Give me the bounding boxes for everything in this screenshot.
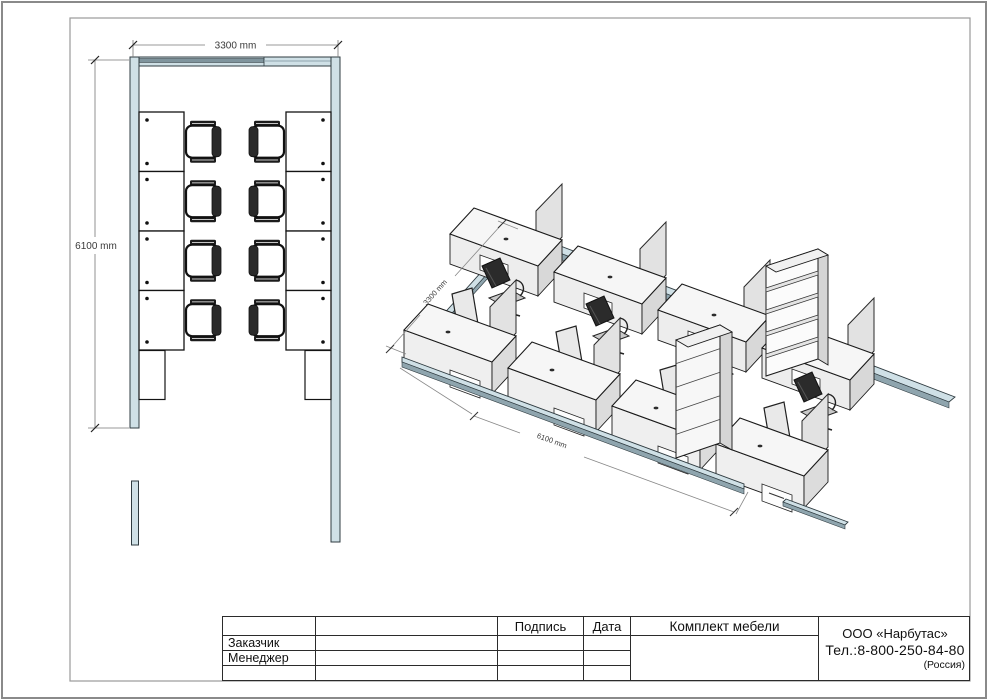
plan-height-label: 6100 mm xyxy=(75,241,117,252)
title-block-cell xyxy=(223,617,316,636)
title-block-cell xyxy=(584,666,631,680)
iso-length-label: 6100 mm xyxy=(536,431,568,450)
plan-cabinet xyxy=(139,351,165,400)
plan-desk xyxy=(286,291,331,351)
date-cell xyxy=(584,636,631,651)
iso-drawer-cabinet xyxy=(676,325,732,458)
iso-bookcase xyxy=(766,249,828,376)
manager-label: Менеджер xyxy=(223,651,316,666)
office-chair-icon xyxy=(249,299,284,341)
signature-cell xyxy=(498,636,584,651)
title-block-cell xyxy=(316,666,498,680)
iso-door-side-wall-edge xyxy=(783,502,845,529)
signature-cell xyxy=(498,651,584,666)
plan-desk xyxy=(139,112,184,172)
date-header: Дата xyxy=(584,617,631,636)
company-phone: Тел.:8-800-250-84-80 xyxy=(819,642,971,658)
set-title: Комплект мебели xyxy=(631,617,819,636)
title-block: Заказчик Менеджер Подпись Дата Комплект … xyxy=(222,616,970,681)
plan-desk xyxy=(286,231,331,291)
plan-width-label: 3300 mm xyxy=(215,41,257,52)
office-chair-icon xyxy=(249,121,284,163)
company-cell: ООО «Нарбутас» Тел.:8-800-250-84-80 (Рос… xyxy=(819,617,971,680)
plan-door-side-wall xyxy=(132,481,139,545)
plan-desk xyxy=(139,172,184,232)
company-name: ООО «Нарбутас» xyxy=(819,626,971,641)
plan-desk xyxy=(286,112,331,172)
plan-left-wall xyxy=(130,57,139,428)
floor-plan-view: 3300 mm 6100 mm xyxy=(75,40,342,545)
title-block-cell xyxy=(223,666,316,680)
office-chair-icon xyxy=(186,299,221,341)
title-block-cell xyxy=(316,617,498,636)
iso-door-side-wall xyxy=(783,499,848,525)
manager-value-cell xyxy=(316,651,498,666)
iso-width-label: 3300 mm xyxy=(421,278,449,307)
plan-right-wall xyxy=(331,57,340,542)
plan-cabinet xyxy=(305,351,331,400)
office-chair-icon xyxy=(186,121,221,163)
customer-value-cell xyxy=(316,636,498,651)
date-cell xyxy=(584,651,631,666)
set-value-cell xyxy=(631,636,819,680)
office-chair-icon xyxy=(249,180,284,222)
plan-desk xyxy=(139,231,184,291)
iso-view: 3300 mm 6100 mm xyxy=(386,184,955,529)
drawing-canvas: 3300 mm 6100 mm xyxy=(0,0,988,700)
plan-desk xyxy=(286,172,331,232)
plan-window xyxy=(136,59,264,63)
drawing-sheet: 3300 mm 6100 mm xyxy=(0,0,988,700)
office-chair-icon xyxy=(249,240,284,282)
office-chair-icon xyxy=(186,240,221,282)
customer-label: Заказчик xyxy=(223,636,316,651)
office-chair-icon xyxy=(186,180,221,222)
signature-header: Подпись xyxy=(498,617,584,636)
title-block-cell xyxy=(498,666,584,680)
plan-desk xyxy=(139,291,184,351)
company-country: (Россия) xyxy=(819,659,971,671)
